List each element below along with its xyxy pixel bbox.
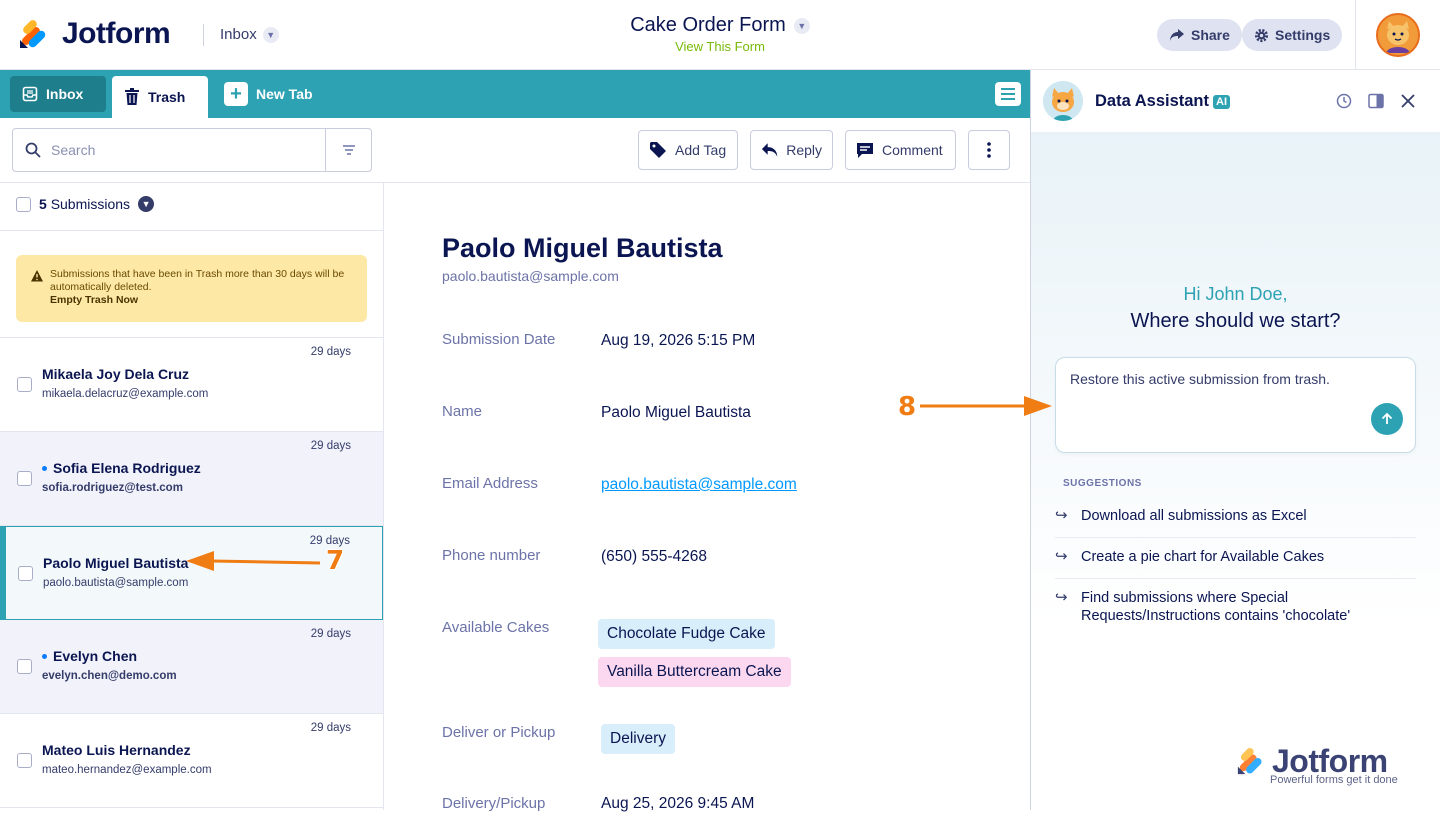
annotation-number-8: 8 xyxy=(898,392,917,422)
annotation-arrow-7 xyxy=(211,559,321,565)
annotation-number-7: 7 xyxy=(326,546,345,576)
annotation-arrows xyxy=(186,396,1052,571)
